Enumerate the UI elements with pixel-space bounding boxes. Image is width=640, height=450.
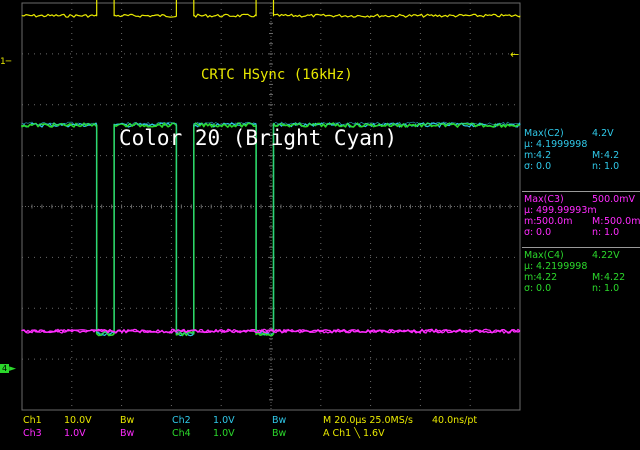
max-label: M: — [592, 216, 604, 227]
ch1-bw-indicator: Bw — [120, 415, 135, 426]
ch3-scale[interactable]: 1.0V — [64, 428, 86, 439]
n-label: n: — [592, 227, 602, 238]
measurement-title: Max(C2) — [524, 128, 564, 139]
max-value: 4.22 — [604, 272, 626, 283]
measurement-value: 500.0mV — [592, 194, 635, 205]
mean-value: 4.2199998 — [536, 261, 588, 272]
ch3-bw-indicator: Bw — [120, 428, 135, 439]
mu-label: µ: — [524, 261, 534, 272]
measurement-separator — [522, 247, 640, 248]
ch2-scale[interactable]: 1.0V — [213, 415, 235, 426]
mu-label: µ: — [524, 139, 534, 150]
min-label: m: — [524, 216, 537, 227]
count-value: 1.0 — [604, 161, 620, 172]
min-value: 4.22 — [536, 272, 558, 283]
stdev-value: 0.0 — [536, 227, 552, 238]
min-value: 500.0m — [536, 216, 573, 227]
ch4-ground-marker[interactable]: 4 ► — [0, 363, 22, 374]
measurement-title: Max(C3) — [524, 194, 564, 205]
measurement-title: Max(C4) — [524, 250, 564, 261]
ch4-marker-label: 4 — [0, 364, 10, 373]
oscilloscope-screen: 1─ 4 ► ← CRTC HSync (16kHz) Color 20 (Bri… — [0, 0, 640, 450]
min-label: m: — [524, 150, 537, 161]
sigma-label: σ: — [524, 227, 534, 238]
ch1-name[interactable]: Ch1 — [23, 415, 42, 426]
stdev-value: 0.0 — [536, 283, 552, 294]
ch4-bw-indicator: Bw — [272, 428, 287, 439]
ch2-bw-indicator: Bw — [272, 415, 287, 426]
mean-value: 499.99993m — [536, 205, 597, 216]
mu-label: µ: — [524, 205, 534, 216]
color-label: Color 20 (Bright Cyan) — [119, 126, 398, 150]
max-label: M: — [592, 150, 604, 161]
measurement-value: 4.2V — [592, 128, 614, 139]
min-label: m: — [524, 272, 537, 283]
trigger-readout[interactable]: A Ch1 ╲ 1.6V — [323, 428, 385, 439]
timebase-readout[interactable]: M 20.0µs 25.0MS/s — [323, 415, 413, 426]
mean-value: 4.1999998 — [536, 139, 588, 150]
max-value: 4.2 — [604, 150, 620, 161]
count-value: 1.0 — [604, 227, 620, 238]
ch3-name[interactable]: Ch3 — [23, 428, 42, 439]
resolution-readout: 40.0ns/pt — [432, 415, 478, 426]
min-value: 4.2 — [536, 150, 552, 161]
trigger-level-marker[interactable]: ← — [510, 48, 519, 61]
stdev-value: 0.0 — [536, 161, 552, 172]
sigma-label: σ: — [524, 283, 534, 294]
max-value: 500.0m — [604, 216, 640, 227]
ch1-ground-marker[interactable]: 1─ — [0, 57, 22, 68]
measurement-separator — [522, 191, 640, 192]
sigma-label: σ: — [524, 161, 534, 172]
n-label: n: — [592, 161, 602, 172]
ch1-scale[interactable]: 10.0V — [64, 415, 92, 426]
measurement-value: 4.22V — [592, 250, 620, 261]
hsync-label: CRTC HSync (16kHz) — [201, 67, 353, 83]
count-value: 1.0 — [604, 283, 620, 294]
ch4-name[interactable]: Ch4 — [172, 428, 191, 439]
ch4-scale[interactable]: 1.0V — [213, 428, 235, 439]
n-label: n: — [592, 283, 602, 294]
max-label: M: — [592, 272, 604, 283]
ch2-name[interactable]: Ch2 — [172, 415, 191, 426]
